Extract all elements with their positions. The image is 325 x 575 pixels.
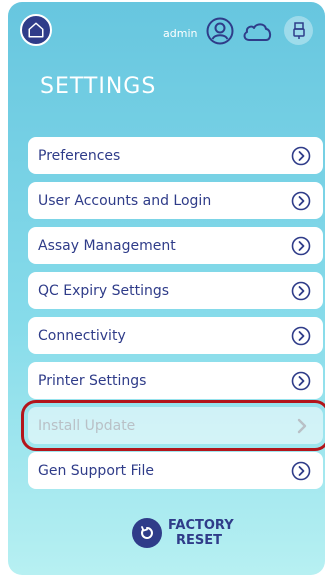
menu-item-preferences[interactable]: Preferences <box>28 137 323 174</box>
menu-item-install-update[interactable]: Install Update <box>21 400 325 451</box>
menu-item-qc-expiry-settings[interactable]: QC Expiry Settings <box>28 272 323 309</box>
menu-item-label: Gen Support File <box>38 462 155 479</box>
user-name: admin <box>163 27 198 40</box>
chevron-right-icon <box>297 418 307 433</box>
menu-item-printer-settings[interactable]: Printer Settings <box>28 362 323 399</box>
reset-icon <box>141 526 153 539</box>
chevron-right-circle-icon <box>291 146 311 165</box>
menu-item-label: Install Update <box>38 417 136 434</box>
menu-item-assay-management[interactable]: Assay Management <box>28 227 323 264</box>
device-screen: admin SETTINGS Preferences User Accounts… <box>8 2 325 575</box>
chevron-right-circle-icon <box>291 236 311 255</box>
page-title: SETTINGS <box>40 74 157 99</box>
factory-reset-label: FACTORY RESET <box>168 518 234 548</box>
menu-item-label: QC Expiry Settings <box>38 282 170 299</box>
factory-reset-label-line1: FACTORY <box>168 518 234 533</box>
home-button[interactable] <box>20 14 52 46</box>
menu-item-gen-support-file[interactable]: Gen Support File <box>28 452 323 489</box>
cloud-icon[interactable] <box>240 17 274 45</box>
home-icon <box>28 22 44 38</box>
usb-icon <box>292 21 305 39</box>
menu-item-label: Preferences <box>38 147 121 164</box>
menu-item-label: Assay Management <box>38 237 176 254</box>
menu-item-connectivity[interactable]: Connectivity <box>28 317 323 354</box>
chevron-right-circle-icon <box>291 326 311 345</box>
usb-button[interactable] <box>284 16 313 45</box>
chevron-right-circle-icon <box>291 461 311 480</box>
factory-reset-button[interactable]: FACTORY RESET <box>132 518 234 548</box>
menu-item-user-accounts[interactable]: User Accounts and Login <box>28 182 323 219</box>
user-icon[interactable] <box>206 17 234 45</box>
factory-reset-label-line2: RESET <box>175 533 222 548</box>
menu-item-label: User Accounts and Login <box>38 192 212 209</box>
factory-reset-circle[interactable] <box>132 518 162 548</box>
chevron-right-circle-icon <box>291 191 311 210</box>
chevron-right-circle-icon <box>291 371 311 390</box>
menu-item-label: Connectivity <box>38 327 126 344</box>
settings-menu: Preferences User Accounts and Login Assa… <box>21 137 325 497</box>
chevron-right-circle-icon <box>291 281 311 300</box>
menu-item-label: Printer Settings <box>38 372 147 389</box>
